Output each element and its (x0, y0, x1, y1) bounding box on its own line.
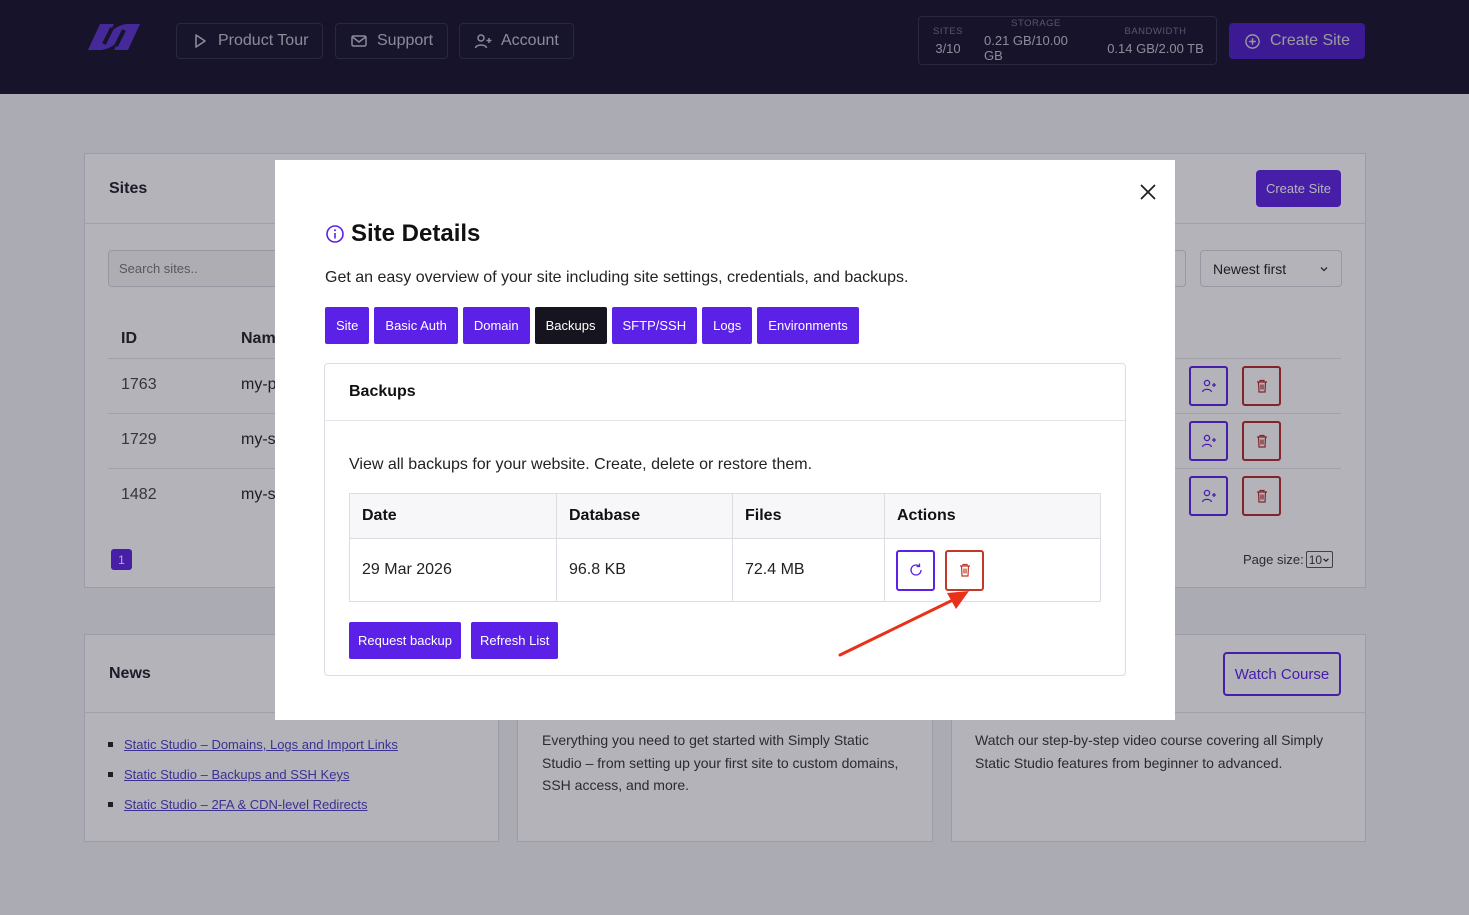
topbar-dim (0, 0, 1469, 94)
annotation-arrow-icon (838, 591, 969, 657)
tab-site[interactable]: Site (325, 307, 370, 344)
modal-description: Get an easy overview of your site includ… (325, 269, 909, 286)
col-date: Date (349, 493, 557, 539)
request-backup-button[interactable]: Request backup (349, 622, 461, 659)
col-database: Database (556, 493, 733, 539)
modal-title-text: Site Details (351, 220, 481, 247)
tab-domain[interactable]: Domain (462, 307, 530, 344)
tab-basic-auth[interactable]: Basic Auth (374, 307, 458, 344)
backups-table: Date Database Files Actions 29 Mar 2026 … (349, 493, 1101, 602)
tab-backups[interactable]: Backups (534, 307, 607, 344)
col-actions: Actions (884, 493, 1101, 539)
table-header-row: Date Database Files Actions (349, 493, 1101, 539)
info-icon (326, 225, 344, 243)
backups-panel-title: Backups (325, 364, 1125, 421)
backup-date: 29 Mar 2026 (349, 538, 557, 602)
tab-environments[interactable]: Environments (757, 307, 859, 344)
trash-icon (959, 563, 970, 577)
refresh-list-button[interactable]: Refresh List (471, 622, 559, 659)
backups-panel: Backups View all backups for your websit… (324, 363, 1126, 676)
backups-description: View all backups for your website. Creat… (349, 456, 813, 473)
refresh-icon (909, 563, 922, 576)
modal-title: Site Details (325, 220, 480, 248)
table-row: 29 Mar 2026 96.8 KB 72.4 MB (349, 538, 1101, 602)
tab-logs[interactable]: Logs (702, 307, 753, 344)
site-details-modal: Site Details Get an easy overview of you… (275, 160, 1175, 720)
tab-sftp-ssh[interactable]: SFTP/SSH (611, 307, 698, 344)
modal-tabs: Site Basic Auth Domain Backups SFTP/SSH … (325, 307, 859, 344)
close-icon[interactable] (1137, 181, 1159, 203)
backup-database-size: 96.8 KB (556, 538, 733, 602)
col-files: Files (732, 493, 885, 539)
